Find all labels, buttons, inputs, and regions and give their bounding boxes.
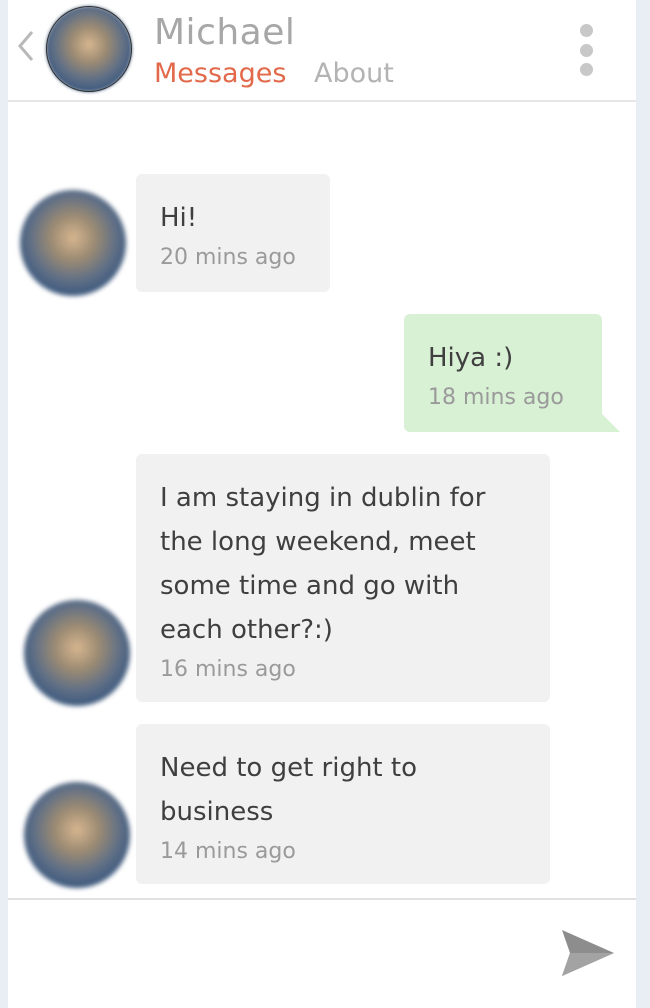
- message-list: Hi! 20 mins ago Hiya :) 18 mins ago I am…: [8, 102, 636, 898]
- contact-avatar: [24, 600, 130, 706]
- back-button[interactable]: [14, 24, 36, 68]
- chat-header: Michael Messages About: [8, 0, 636, 102]
- message-input[interactable]: [14, 908, 538, 1000]
- bubble-tail: [598, 410, 620, 432]
- avatar-ring: [46, 6, 132, 92]
- tab-about[interactable]: About: [314, 58, 394, 89]
- contact-avatar: [20, 190, 126, 296]
- message-time: 18 mins ago: [428, 385, 564, 410]
- message-bubble-outgoing: Hiya :) 18 mins ago: [404, 314, 602, 432]
- more-menu-button[interactable]: [580, 24, 596, 76]
- message-bubble-incoming: I am staying in dublin for the long week…: [136, 454, 550, 702]
- message-time: 20 mins ago: [160, 245, 296, 270]
- contact-name: Michael: [154, 12, 296, 53]
- message-text: I am staying in dublin for the long week…: [160, 483, 486, 645]
- message-composer: [8, 898, 636, 1008]
- message-time: 14 mins ago: [160, 839, 296, 864]
- chat-screen: Michael Messages About Hi! 20 mins ago H…: [8, 0, 636, 1008]
- message-text: Hiya :): [428, 343, 514, 373]
- message-bubble-incoming: Hi! 20 mins ago: [136, 174, 330, 292]
- message-text: Hi!: [160, 203, 198, 233]
- tab-messages[interactable]: Messages: [154, 58, 286, 89]
- message-time: 16 mins ago: [160, 657, 296, 682]
- contact-avatar: [24, 782, 130, 888]
- message-text: Need to get right to business: [160, 753, 417, 827]
- send-button[interactable]: [556, 922, 618, 984]
- send-icon: [562, 930, 614, 976]
- chevron-left-icon: [18, 31, 34, 61]
- message-bubble-incoming: Need to get right to business 14 mins ag…: [136, 724, 550, 884]
